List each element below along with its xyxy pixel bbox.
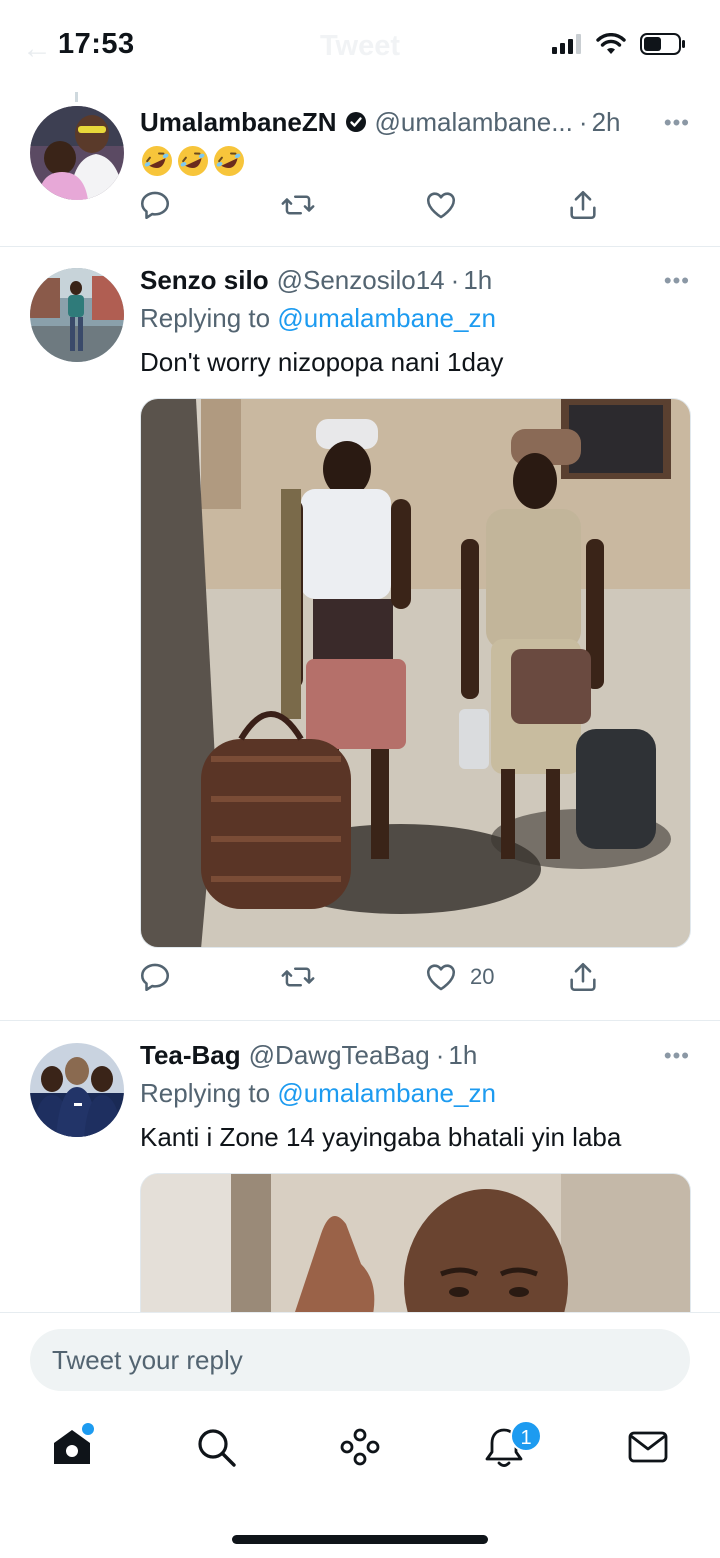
rolling-laughing-emoji-icon	[178, 146, 208, 176]
replying-to-label: Replying to	[140, 1078, 271, 1108]
retweet-icon	[281, 195, 315, 215]
avatar[interactable]	[30, 1043, 124, 1137]
author-handle[interactable]: @DawgTeaBag	[249, 1040, 430, 1071]
share-button[interactable]	[566, 960, 600, 994]
wifi-icon	[596, 33, 626, 54]
rolling-laughing-emoji-icon	[142, 146, 172, 176]
tweet-text: Don't worry nizopopa nani 1day	[140, 347, 504, 377]
reply-placeholder: Tweet your reply	[52, 1345, 243, 1375]
avatar[interactable]	[30, 106, 124, 200]
more-options-icon[interactable]: •••	[664, 1043, 690, 1069]
tweet-image[interactable]	[140, 398, 691, 948]
reply-icon	[140, 191, 170, 220]
replying-to-mention[interactable]: @umalambane_zn	[277, 303, 496, 333]
spaces-icon[interactable]	[338, 1425, 382, 1469]
tweet-actions: 20	[138, 960, 608, 1000]
bottom-bar: Tweet your reply	[0, 1312, 720, 1558]
separator-dot: ·	[435, 1039, 445, 1070]
messages-icon[interactable]	[626, 1425, 670, 1469]
retweet-icon	[281, 967, 315, 987]
battery-icon	[640, 33, 685, 55]
share-icon	[570, 962, 596, 992]
cellular-signal-icon	[552, 34, 581, 54]
avatar[interactable]	[30, 268, 124, 362]
home-indicator[interactable]	[232, 1535, 488, 1544]
author-handle[interactable]: @Senzosilo14	[277, 265, 445, 296]
replying-to: Replying to @umalambane_zn	[140, 1075, 690, 1111]
divider	[0, 246, 720, 247]
heart-icon	[426, 964, 456, 991]
reply-tweet[interactable]: Tea-Bag @DawgTeaBag · 1h ••• Replying to…	[0, 1037, 720, 1323]
home-unread-dot	[82, 1423, 94, 1435]
author-name[interactable]: Senzo silo	[140, 265, 269, 296]
more-options-icon[interactable]: •••	[664, 268, 690, 294]
reply-button[interactable]	[138, 960, 172, 994]
tweet-image[interactable]	[140, 1173, 691, 1323]
author-name[interactable]: Tea-Bag	[140, 1040, 241, 1071]
divider	[0, 1020, 720, 1021]
retweet-button[interactable]	[280, 960, 316, 994]
reply-button[interactable]	[138, 188, 172, 222]
retweet-button[interactable]	[280, 188, 316, 222]
search-icon[interactable]	[194, 1425, 238, 1469]
notifications-badge: 1	[510, 1420, 542, 1452]
share-icon	[570, 190, 596, 220]
tweet-text: Kanti i Zone 14 yayingaba bhatali yin la…	[140, 1122, 622, 1152]
heart-icon	[426, 192, 456, 219]
rolling-laughing-emoji-icon	[214, 146, 244, 176]
like-count: 20	[470, 964, 495, 989]
tweet-text: 🤣🤣🤣	[140, 144, 690, 178]
tweet-time[interactable]: 1h	[463, 265, 492, 296]
tweet-main[interactable]: UmalambaneZN @umalambane... · 2h ••• 🤣🤣🤣	[0, 104, 720, 246]
verified-badge-icon	[345, 112, 366, 132]
replying-to: Replying to @umalambane_zn	[140, 300, 690, 336]
status-time: 17:53	[58, 28, 135, 60]
reply-icon	[140, 963, 170, 992]
author-handle[interactable]: @umalambane...	[375, 107, 573, 138]
like-button[interactable]	[424, 188, 458, 222]
more-options-icon[interactable]: •••	[664, 110, 690, 136]
separator-dot: ·	[578, 106, 588, 137]
reply-tweet[interactable]: Senzo silo @Senzosilo14 · 1h ••• Replyin…	[0, 262, 720, 1018]
reply-input[interactable]: Tweet your reply	[30, 1329, 690, 1391]
author-name[interactable]: UmalambaneZN	[140, 107, 337, 138]
status-bar: ← Tweet 17:53	[0, 0, 720, 92]
separator-dot: ·	[450, 264, 460, 295]
share-button[interactable]	[566, 188, 600, 222]
like-button[interactable]: 20	[424, 960, 494, 994]
tweet-time[interactable]: 2h	[592, 107, 621, 138]
replying-to-mention[interactable]: @umalambane_zn	[277, 1078, 496, 1108]
status-icons	[552, 33, 686, 55]
replying-to-label: Replying to	[140, 303, 271, 333]
tweet-actions	[138, 188, 608, 228]
tweet-time[interactable]: 1h	[448, 1040, 477, 1071]
